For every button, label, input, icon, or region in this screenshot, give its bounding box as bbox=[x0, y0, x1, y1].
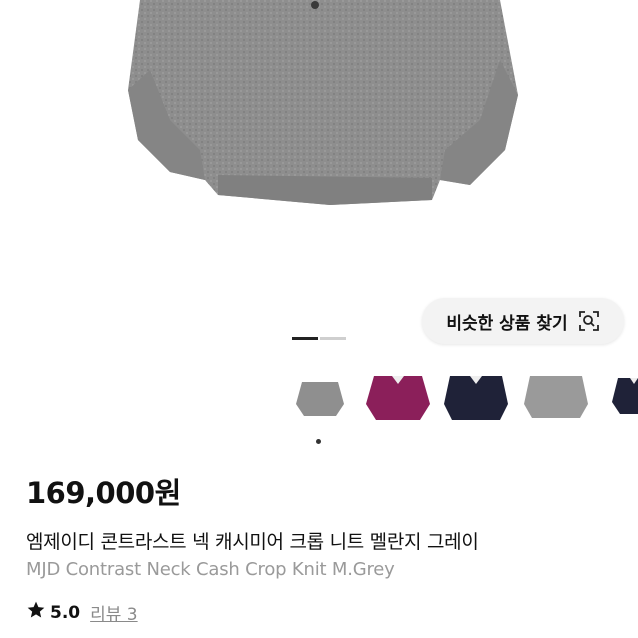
find-similar-label: 비슷한 상품 찾기 bbox=[446, 313, 568, 334]
product-rating: 5.0 리뷰 3 bbox=[26, 600, 138, 625]
variant-thumb-light-grey[interactable] bbox=[522, 368, 590, 428]
variant-thumb-sweater bbox=[524, 376, 588, 418]
product-price: 169,000원 bbox=[26, 476, 181, 510]
sweater-image bbox=[128, 0, 518, 205]
color-variant-thumbnails bbox=[0, 368, 638, 428]
variant-thumb-navy[interactable] bbox=[442, 368, 510, 428]
product-main-image[interactable] bbox=[0, 0, 638, 285]
reviews-link[interactable]: 리뷰 3 bbox=[90, 600, 138, 625]
image-pager-active bbox=[292, 337, 318, 340]
find-similar-button[interactable]: 비슷한 상품 찾기 bbox=[422, 298, 624, 344]
variant-thumb-navy-2[interactable] bbox=[610, 368, 638, 428]
product-title-korean: 엠제이디 콘트라스트 넥 캐시미어 크롭 니트 멜란지 그레이 bbox=[26, 531, 479, 553]
camera-search-icon bbox=[578, 310, 600, 332]
variant-thumb-sweater bbox=[296, 382, 344, 416]
variant-thumb-grey[interactable] bbox=[292, 368, 348, 428]
image-pager-inactive bbox=[320, 337, 346, 340]
thumbnail-page-dot bbox=[316, 439, 321, 444]
rating-score: 5.0 bbox=[50, 602, 81, 623]
star-icon bbox=[26, 600, 46, 625]
variant-thumb-magenta[interactable] bbox=[364, 368, 432, 428]
product-title-english: MJD Contrast Neck Cash Crop Knit M.Grey bbox=[26, 559, 395, 580]
